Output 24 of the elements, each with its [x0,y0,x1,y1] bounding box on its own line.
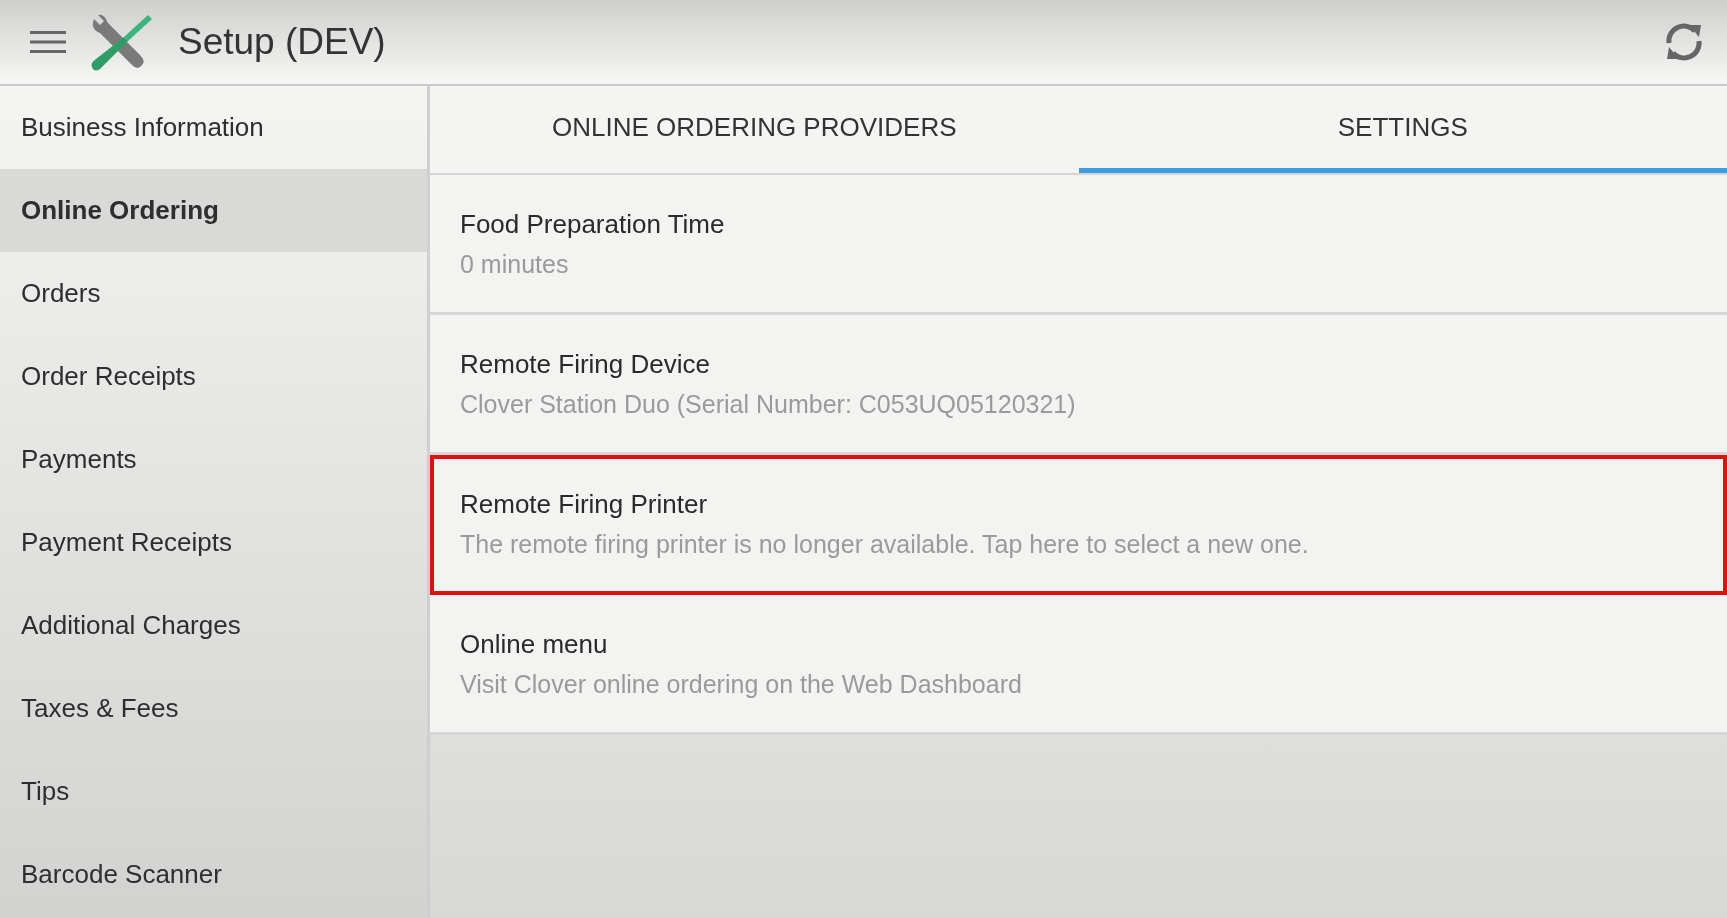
setting-title: Food Preparation Time [460,208,726,240]
sidebar-item[interactable]: Tips [0,750,427,833]
tab[interactable]: ONLINE ORDERING PROVIDERS [430,86,1079,173]
sidebar-item[interactable]: Orders [0,252,427,335]
setting-title: Online menu [460,628,609,660]
sidebar-item[interactable]: Order Receipts [0,335,427,418]
sidebar-item[interactable]: Online Ordering [0,169,427,252]
setting-value: 0 minutes [460,249,570,279]
sidebar-item[interactable]: Taxes & Fees [0,667,427,750]
setting-value: Visit Clover online ordering on the Web Dashboard [460,669,1023,699]
settings-row[interactable]: Remote Firing Device Clover Station Duo (Serial Number: C053UQ05120321) [430,315,1727,455]
sidebar-item[interactable]: Business Information [0,86,427,169]
app-title: Setup (DEV) [178,21,386,63]
sidebar-item[interactable]: Payment Receipts [0,501,427,584]
setting-value: The remote firing printer is no longer available. Tap here to select a new one. [460,529,1310,559]
sidebar-item[interactable]: Payments [0,418,427,501]
menu-icon[interactable] [30,30,66,54]
settings-row[interactable]: Online menu Visit Clover online ordering on the Web Dashboard [430,595,1727,735]
sidebar-item[interactable]: Additional Charges [0,584,427,667]
setting-title: Remote Firing Printer [460,488,709,520]
setting-value: Clover Station Duo (Serial Number: C053UQ05120321) [460,389,1077,419]
setting-title: Remote Firing Device [460,348,711,380]
sidebar-item[interactable]: Barcode Scanner [0,833,427,916]
settings-row[interactable]: Remote Firing Printer The remote firing printer is no longer available. Tap here to select a new one. [430,455,1727,595]
